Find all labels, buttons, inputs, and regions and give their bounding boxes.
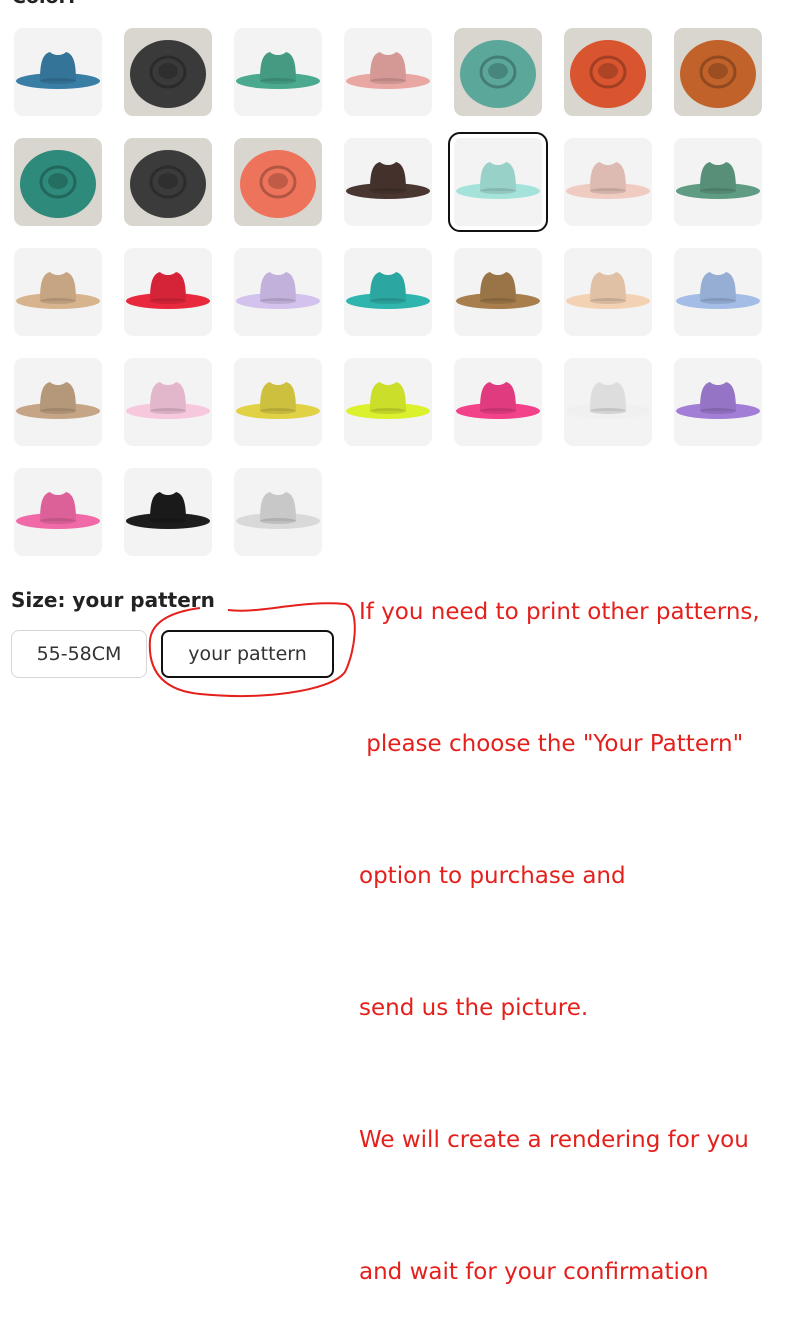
hat-icon — [126, 492, 210, 529]
color-swatch-mustard[interactable] — [234, 358, 322, 446]
color-swatch-grey-top[interactable] — [124, 28, 212, 116]
color-swatch-teal-photo[interactable] — [454, 28, 542, 116]
color-swatch-hot-pink[interactable] — [454, 358, 542, 446]
hat-icon — [346, 52, 430, 89]
hat-icon — [346, 382, 430, 419]
hat-icon — [676, 272, 760, 309]
hat-icon — [676, 162, 760, 199]
hat-icon — [456, 162, 540, 199]
hat-icon — [236, 382, 320, 419]
hat-photo-icon — [680, 40, 756, 108]
hat-icon — [126, 272, 210, 309]
color-swatch-rust-photo[interactable] — [674, 28, 762, 116]
custom-pattern-note: If you need to print other patterns, ple… — [359, 502, 799, 1338]
color-swatch-mint[interactable] — [448, 132, 548, 232]
hat-photo-icon — [570, 40, 646, 108]
hat-icon — [236, 52, 320, 89]
hat-icon — [126, 382, 210, 419]
color-swatch-periwinkle[interactable] — [674, 248, 762, 336]
color-swatch-pattern-pink[interactable] — [344, 28, 432, 116]
hat-photo-icon — [20, 150, 96, 218]
hat-icon — [346, 272, 430, 309]
color-swatch-turquoise[interactable] — [344, 248, 432, 336]
hat-icon — [456, 272, 540, 309]
color-swatch-light-pink[interactable] — [124, 358, 212, 446]
hat-photo-icon — [130, 150, 206, 218]
color-swatch-black[interactable] — [124, 468, 212, 556]
color-swatch-blush[interactable] — [564, 138, 652, 226]
hat-photo-icon — [240, 150, 316, 218]
color-swatch-orange-photo[interactable] — [564, 28, 652, 116]
hat-icon — [456, 382, 540, 419]
color-swatch-light-grey[interactable] — [234, 468, 322, 556]
color-swatch-charcoal-photo[interactable] — [124, 138, 212, 226]
hat-icon — [566, 162, 650, 199]
color-swatch-dark-teal-photo[interactable] — [14, 138, 102, 226]
color-swatch-purple[interactable] — [674, 358, 762, 446]
hat-icon — [236, 492, 320, 529]
hat-icon — [16, 272, 100, 309]
color-swatch-bubblegum[interactable] — [14, 468, 102, 556]
hat-icon — [676, 382, 760, 419]
size-label: Size: your pattern — [11, 588, 215, 612]
color-swatch-white[interactable] — [564, 358, 652, 446]
color-swatch-camel[interactable] — [454, 248, 542, 336]
note-line: If you need to print other patterns, — [359, 599, 760, 625]
note-line: We will create a rendering for you — [359, 1127, 749, 1153]
color-label: Color: — [12, 0, 76, 8]
color-swatch-neon-yellow[interactable] — [344, 358, 432, 446]
hat-photo-icon — [460, 40, 536, 108]
color-swatch-khaki[interactable] — [14, 358, 102, 446]
hat-photo-icon — [130, 40, 206, 108]
hat-icon — [16, 492, 100, 529]
size-option-your-pattern[interactable]: your pattern — [161, 630, 334, 678]
hat-icon — [566, 272, 650, 309]
color-swatch-brown[interactable] — [344, 138, 432, 226]
hat-icon — [16, 52, 100, 89]
note-line: please choose the "Your Pattern" — [359, 731, 744, 757]
color-swatch-blue[interactable] — [14, 28, 102, 116]
hat-icon — [16, 382, 100, 419]
color-swatch-coral-photo[interactable] — [234, 138, 322, 226]
color-swatch-peach[interactable] — [564, 248, 652, 336]
color-swatch-tan[interactable] — [14, 248, 102, 336]
color-swatch-red[interactable] — [124, 248, 212, 336]
hat-icon — [566, 382, 650, 419]
hat-icon — [346, 162, 430, 199]
color-swatch-pattern-green[interactable] — [234, 28, 322, 116]
size-option-55-58cm[interactable]: 55-58CM — [11, 630, 147, 678]
hat-icon — [236, 272, 320, 309]
note-line: send us the picture. — [359, 995, 589, 1021]
note-line: and wait for your confirmation — [359, 1259, 709, 1285]
color-swatch-lavender[interactable] — [234, 248, 322, 336]
note-line: option to purchase and — [359, 863, 626, 889]
color-swatch-sage-green[interactable] — [674, 138, 762, 226]
